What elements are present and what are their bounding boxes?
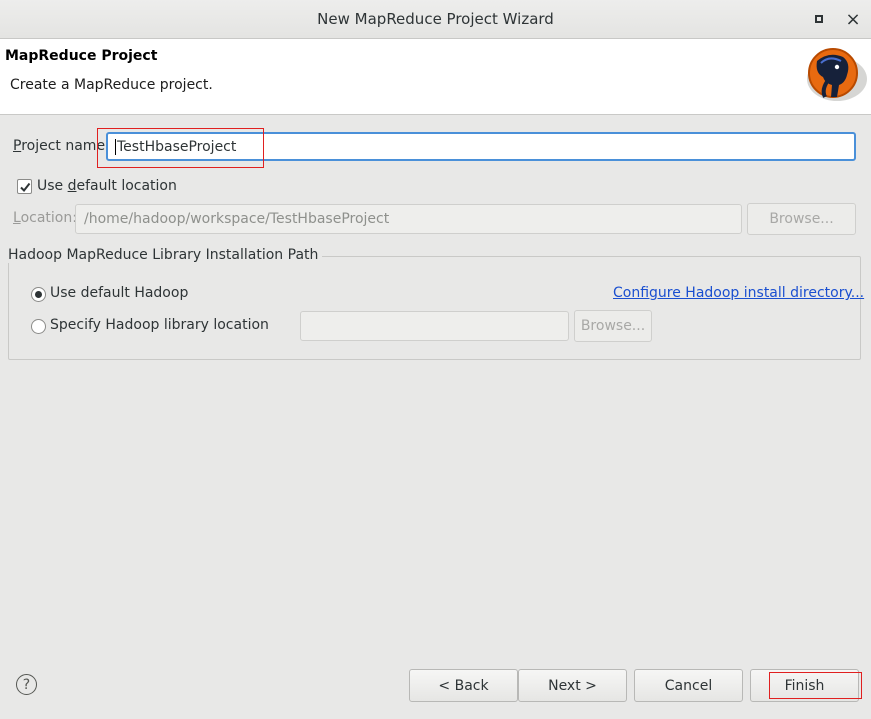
hadoop-elephant-logo-icon <box>807 48 867 101</box>
hadoop-library-group-title: Hadoop MapReduce Library Installation Pa… <box>8 247 323 263</box>
location-label: Location: <box>13 210 77 226</box>
specify-hadoop-location-radio[interactable] <box>31 319 46 334</box>
page-description: Create a MapReduce project. <box>10 77 213 93</box>
text-caret <box>115 138 116 155</box>
title-bar: New MapReduce Project Wizard × <box>0 0 871 39</box>
help-icon: ? <box>22 676 31 693</box>
use-default-location-checkbox[interactable] <box>17 179 32 194</box>
use-default-location-label[interactable]: Use default location <box>37 178 177 194</box>
window-title: New MapReduce Project Wizard <box>317 10 554 28</box>
maximize-button[interactable] <box>810 10 828 28</box>
hadoop-browse-button: Browse... <box>574 310 652 342</box>
location-browse-button: Browse... <box>747 203 856 235</box>
page-title: MapReduce Project <box>5 48 158 64</box>
close-icon: × <box>845 8 861 30</box>
use-default-hadoop-label[interactable]: Use default Hadoop <box>50 285 188 301</box>
project-name-label: Project name: <box>13 138 110 154</box>
radio-selected-dot <box>35 291 42 298</box>
configure-hadoop-link[interactable]: Configure Hadoop install directory... <box>613 285 864 301</box>
cancel-button[interactable]: Cancel <box>634 669 743 702</box>
wizard-header: MapReduce Project Create a MapReduce pro… <box>0 39 871 115</box>
maximize-icon <box>815 15 823 23</box>
project-name-input[interactable]: TestHbaseProject <box>106 132 856 161</box>
project-name-value: TestHbaseProject <box>117 138 237 155</box>
location-input: /home/hadoop/workspace/TestHbaseProject <box>75 204 742 234</box>
specify-hadoop-location-label[interactable]: Specify Hadoop library location <box>50 317 269 333</box>
location-value: /home/hadoop/workspace/TestHbaseProject <box>84 211 390 227</box>
help-button[interactable]: ? <box>16 674 37 695</box>
next-button[interactable]: Next > <box>518 669 627 702</box>
checkmark-icon <box>19 182 30 192</box>
finish-button[interactable]: Finish <box>750 669 859 702</box>
hadoop-location-input <box>300 311 569 341</box>
close-button[interactable]: × <box>844 8 862 30</box>
use-default-hadoop-radio[interactable] <box>31 287 46 302</box>
back-button[interactable]: < Back <box>409 669 518 702</box>
hadoop-library-group <box>8 256 861 360</box>
